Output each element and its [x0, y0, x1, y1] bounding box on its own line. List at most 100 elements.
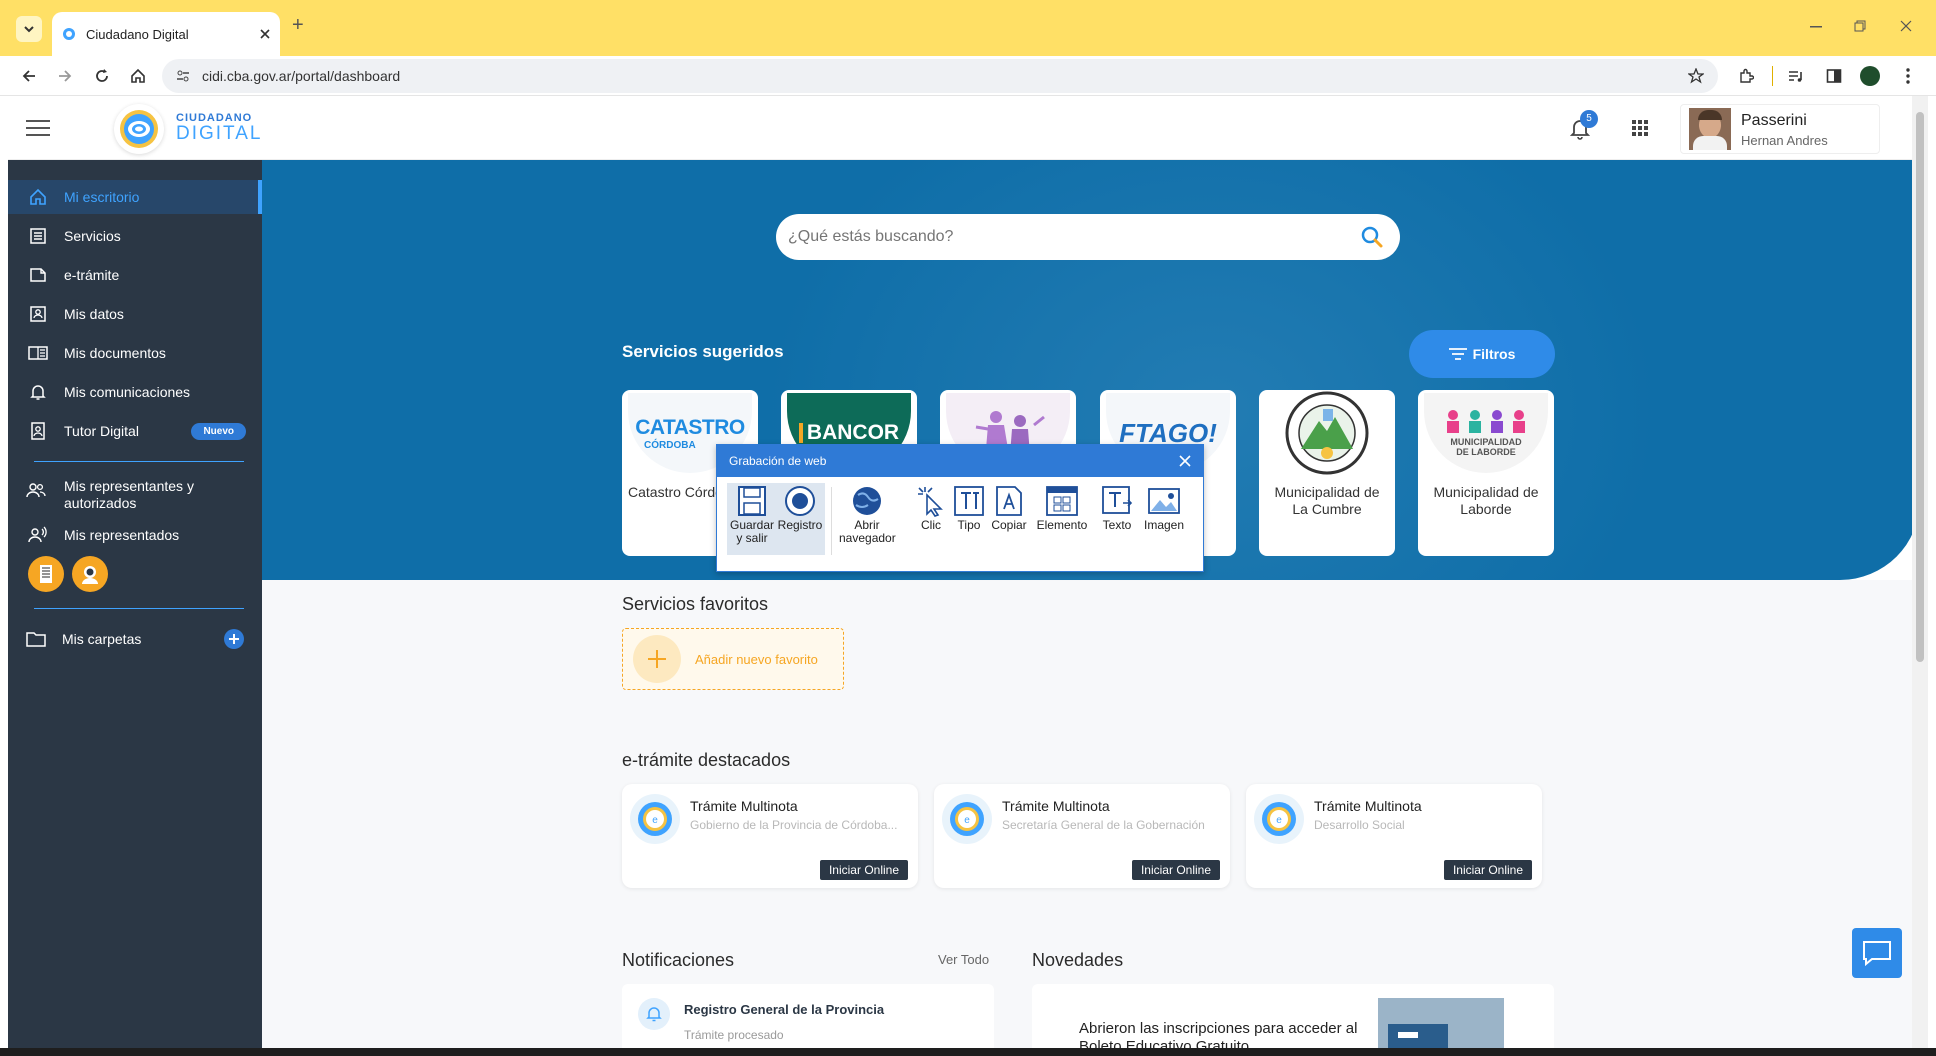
start-online-button[interactable]: Iniciar Online [1443, 860, 1532, 880]
sidebar-item-mi-escritorio[interactable]: Mi escritorio [8, 180, 262, 214]
laborde-logo: MUNICIPALIDAD DE LABORDE [1418, 390, 1554, 476]
sidebar-item-mis-comunicaciones[interactable]: Mis comunicaciones [8, 375, 262, 409]
add-favorite-button[interactable]: Añadir nuevo favorito [622, 628, 844, 690]
close-icon[interactable] [1179, 455, 1191, 467]
start-online-button[interactable]: Iniciar Online [1131, 860, 1220, 880]
svg-text:e: e [652, 815, 658, 826]
bookmark-star-icon[interactable] [1688, 68, 1704, 84]
cidi-logo[interactable] [114, 104, 164, 154]
close-tab-icon[interactable] [260, 29, 270, 39]
tool-label: Tipo [957, 518, 981, 532]
tool-label: Copiar [991, 518, 1027, 532]
home-browser-icon[interactable] [130, 68, 146, 84]
notification-item[interactable]: Registro General de la Provincia Trámite… [622, 984, 994, 1056]
list-icon [30, 228, 46, 244]
copy-tool-button[interactable]: Copiar [989, 485, 1029, 532]
sidebar-item-tutor-digital[interactable]: Tutor Digital Nuevo [8, 414, 262, 448]
chat-button[interactable] [1852, 928, 1902, 978]
element-tool-button[interactable]: Elemento [1035, 485, 1089, 532]
id-card-icon [30, 306, 46, 322]
reload-icon[interactable] [94, 68, 110, 84]
sidebar-item-representantes[interactable]: Mis representantes y autorizados [8, 478, 262, 514]
image-tool-button[interactable]: Imagen [1139, 485, 1189, 532]
service-card-laborde[interactable]: MUNICIPALIDAD DE LABORDE Municipalidad d… [1418, 390, 1554, 556]
represented-avatar-1[interactable] [28, 556, 64, 592]
news-item[interactable]: Abrieron las inscripciones para acceder … [1032, 984, 1554, 1056]
click-tool-button[interactable]: Clic [913, 485, 949, 532]
new-badge: Nuevo [191, 422, 246, 440]
tool-label: Elemento [1036, 518, 1088, 532]
new-tab-button[interactable]: + [292, 14, 304, 37]
search-input[interactable] [788, 228, 1348, 246]
site-info-icon[interactable] [176, 69, 190, 83]
brand-wordmark: CIUDADANO DIGITAL [176, 112, 263, 143]
bancor-logo-text: BANCOR [806, 421, 900, 444]
close-window-icon[interactable] [1900, 20, 1912, 32]
browser-tab[interactable]: Ciudadano Digital [52, 12, 280, 56]
sidebar-item-servicios[interactable]: Servicios [8, 219, 262, 253]
address-bar[interactable]: cidi.cba.gov.ar/portal/dashboard [162, 59, 1718, 93]
image-icon [1148, 488, 1180, 514]
user-menu[interactable]: Passerini Hernan Andres [1680, 104, 1880, 154]
start-online-button[interactable]: Iniciar Online [819, 860, 908, 880]
add-folder-button[interactable] [224, 629, 244, 649]
apps-grid-icon[interactable] [1632, 120, 1648, 136]
app-header: CIUDADANO DIGITAL 5 Passerini Hernan And… [8, 96, 1920, 160]
laborde-figures-icon [1447, 410, 1525, 433]
media-control-icon[interactable] [1788, 68, 1804, 84]
sidebar-divider [34, 608, 244, 609]
bell-icon [30, 385, 46, 400]
extensions-icon[interactable] [1738, 68, 1754, 84]
minimize-icon[interactable] [1810, 26, 1822, 28]
back-icon[interactable] [22, 69, 36, 83]
suggested-title: Servicios sugeridos [622, 342, 784, 361]
etramite-card[interactable]: e Trámite Multinota Secretaría General d… [934, 784, 1230, 888]
sidebar-item-mis-carpetas[interactable]: Mis carpetas [8, 622, 262, 656]
page-scrollbar[interactable] [1912, 96, 1928, 1048]
type-text-icon [954, 486, 984, 516]
browser-menu-icon[interactable] [1906, 68, 1910, 84]
tutor-icon [31, 422, 45, 440]
sidebar-item-label: Mis comunicaciones [64, 384, 191, 400]
tab-search-button[interactable] [16, 16, 42, 42]
building-icon [40, 565, 52, 583]
etramite-card-subtitle: Gobierno de la Provincia de Córdoba... [690, 818, 898, 832]
sidebar-item-e-tramite[interactable]: e-trámite [8, 258, 262, 292]
catastro-logo-text: CATASTRO [635, 415, 745, 439]
sidebar-item-representados[interactable]: Mis representados [8, 518, 262, 552]
taskbar [0, 1048, 1936, 1056]
copy-document-icon [996, 486, 1022, 516]
restore-icon[interactable] [1854, 20, 1866, 32]
scrollbar-thumb[interactable] [1916, 112, 1924, 662]
represented-avatar-2[interactable] [72, 556, 108, 592]
service-card-la-cumbre[interactable]: LA CUMBRE 1916 Municipalidad de La Cumbr… [1259, 390, 1395, 556]
notifications-button[interactable]: 5 [1566, 110, 1598, 140]
forward-icon[interactable] [58, 69, 72, 83]
sidebar-item-mis-documentos[interactable]: Mis documentos [8, 336, 262, 370]
filters-label: Filtros [1472, 346, 1516, 362]
hamburger-menu-icon[interactable] [26, 120, 50, 136]
type-tool-button[interactable]: Tipo [951, 485, 987, 532]
text-tool-button[interactable]: Texto [1097, 485, 1137, 532]
notification-title: Registro General de la Provincia [684, 1002, 885, 1017]
open-browser-button[interactable]: Abrir navegador [839, 485, 896, 545]
side-panel-icon[interactable] [1826, 68, 1842, 84]
sidebar-item-label: e-trámite [64, 267, 120, 283]
etramite-card[interactable]: e Trámite Multinota Desarrollo Social In… [1246, 784, 1542, 888]
search-icon[interactable] [1360, 225, 1384, 249]
profile-avatar-icon[interactable] [1860, 66, 1880, 86]
notification-status: Trámite procesado [684, 1028, 784, 1042]
see-all-link[interactable]: Ver Todo [938, 952, 989, 967]
save-and-exit-button[interactable]: Guardar y salir [729, 485, 775, 545]
filters-button[interactable]: Filtros [1409, 330, 1555, 378]
etramite-card[interactable]: e Trámite Multinota Gobierno de la Provi… [622, 784, 918, 888]
browser-tab-bar: Ciudadano Digital + [0, 0, 1936, 56]
sidebar-item-mis-datos[interactable]: Mis datos [8, 297, 262, 331]
record-button[interactable]: Registro [777, 485, 823, 532]
sidebar-item-label: Servicios [64, 228, 121, 244]
tool-label: Clic [921, 518, 941, 532]
user-last-name: Passerini [1741, 112, 1807, 129]
laborde-logo-text: MUNICIPALIDAD DE LABORDE [1450, 437, 1522, 457]
search-bar[interactable] [776, 214, 1400, 260]
speaking-person-icon [28, 526, 47, 543]
